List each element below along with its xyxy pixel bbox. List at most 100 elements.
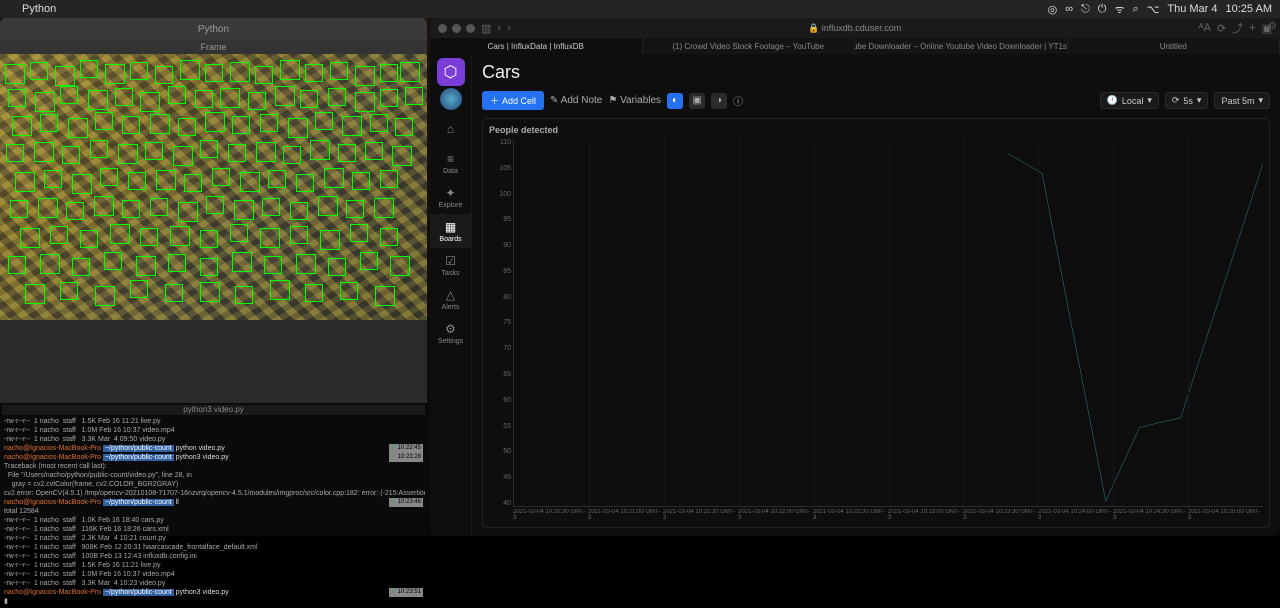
face-detection-box <box>44 170 62 188</box>
face-detection-box <box>296 174 314 192</box>
face-detection-box <box>235 286 253 304</box>
face-detection-box <box>150 114 170 134</box>
terminal-body[interactable]: -rw-r--r-- 1 nacho staff 1.5K Feb 16 11:… <box>2 415 425 608</box>
time-range-dropdown[interactable]: Past 5m ▾ <box>1214 92 1270 109</box>
chart-area[interactable]: 110105100959085807570656055504540 2021-0… <box>489 139 1263 521</box>
face-detection-box <box>305 284 323 302</box>
new-tab-icon[interactable]: + <box>1249 22 1255 34</box>
add-cell-button[interactable]: ＋Add Cell <box>482 91 544 110</box>
face-detection-box <box>315 112 333 130</box>
face-detection-box <box>290 202 308 220</box>
sidebar-icon: ✦ <box>445 186 455 200</box>
menubar-date[interactable]: Thu Mar 4 <box>1167 3 1217 15</box>
face-detection-box <box>380 64 398 82</box>
face-detection-box <box>395 118 413 136</box>
face-detection-box <box>355 92 375 112</box>
face-detection-box <box>110 224 130 244</box>
annotations-toggle[interactable]: ◐ <box>667 93 683 109</box>
sidebar-item-settings[interactable]: ⚙Settings <box>430 316 472 350</box>
face-detection-box <box>230 224 248 242</box>
face-detection-box <box>40 114 58 132</box>
traffic-lights[interactable] <box>438 24 475 33</box>
influx-logo-icon[interactable]: ⬡ <box>437 58 465 86</box>
share-icon[interactable]: ⤴ <box>1232 20 1243 36</box>
sidebar-item-boards[interactable]: ▦Boards <box>430 214 472 248</box>
face-detection-box <box>130 280 148 298</box>
reader-icon[interactable]: ᴬA <box>1199 22 1211 34</box>
browser-tab[interactable]: Cars | InfluxData | InfluxDB <box>430 38 643 54</box>
sidebar-item-alerts[interactable]: △Alerts <box>430 282 472 316</box>
face-detection-box <box>296 254 316 274</box>
face-detection-box <box>205 64 223 82</box>
dark-mode-button[interactable]: ◑ <box>711 93 727 109</box>
face-detection-box <box>234 200 254 220</box>
face-detection-box <box>180 60 200 80</box>
gear-icon[interactable]: ⚙ <box>1268 21 1277 32</box>
tab-bar: Cars | InfluxData | InfluxDB(1) Crowd Vi… <box>430 38 1280 54</box>
face-detection-box <box>200 258 218 276</box>
face-detection-box <box>140 92 160 112</box>
face-detection-box <box>168 254 186 272</box>
face-detection-box <box>8 89 26 107</box>
face-detection-box <box>130 62 148 80</box>
face-detection-box <box>35 92 55 112</box>
menubar-time[interactable]: 10:25 AM <box>1226 3 1272 15</box>
refresh-dropdown[interactable]: ⟳ 5s ▾ <box>1165 92 1209 109</box>
face-detection-box <box>60 86 78 104</box>
presentation-mode-button[interactable]: ▣ <box>689 93 705 109</box>
face-detection-box <box>200 230 218 248</box>
chevron-down-icon: ▾ <box>1258 95 1263 106</box>
face-detection-box <box>155 66 173 84</box>
menubar-icon[interactable]: ◎ <box>1048 3 1058 16</box>
avatar[interactable] <box>440 88 462 110</box>
panel-title: People detected <box>489 125 1263 135</box>
help-icon[interactable]: ⓘ <box>733 93 743 108</box>
add-note-button[interactable]: ✎ Add Note <box>550 95 602 106</box>
sidebar-item-data[interactable]: ≡Data <box>430 146 472 180</box>
face-detection-box <box>170 226 190 246</box>
face-detection-box <box>115 88 133 106</box>
face-detection-box <box>90 140 108 158</box>
face-detection-box <box>230 62 250 82</box>
variables-button[interactable]: ⚑ Variables <box>608 95 661 106</box>
face-detection-box <box>200 140 218 158</box>
face-detection-box <box>128 172 146 190</box>
plus-icon: ＋ <box>490 94 499 107</box>
browser-tab[interactable]: (1) Crowd Video Stock Footage – YouTube <box>643 38 856 54</box>
wifi-icon[interactable]: ᯤ <box>1114 2 1124 17</box>
face-detection-box <box>283 146 301 164</box>
sidebar-toggle-icon[interactable]: ▥ <box>481 22 491 35</box>
menubar-icon[interactable]: ∞ <box>1065 3 1073 15</box>
face-detection-box <box>150 198 168 216</box>
control-center-icon[interactable]: ⌥ <box>1147 3 1160 16</box>
sidebar-item-tasks[interactable]: ☑Tasks <box>430 248 472 282</box>
y-axis: 110105100959085807570656055504540 <box>489 139 511 507</box>
search-icon[interactable]: ⌕ <box>1133 3 1139 16</box>
app-menu[interactable]: Python <box>22 3 56 15</box>
face-detection-box <box>95 286 115 306</box>
face-detection-box <box>365 142 383 160</box>
face-detection-box <box>38 198 58 218</box>
browser-tab[interactable]: Untitled <box>1068 38 1280 54</box>
face-detection-box <box>122 200 140 218</box>
menubar-icon[interactable]: ⏻ <box>1098 3 1107 16</box>
menubar-icon[interactable]: ⎋ <box>1081 3 1090 16</box>
sidebar-icon: ⌂ <box>447 122 454 136</box>
chevron-down-icon: ▾ <box>1197 95 1202 106</box>
forward-icon[interactable]: › <box>507 22 511 34</box>
sidebar-icon: ⚙ <box>445 322 456 336</box>
address-bar[interactable]: 🔒 influxdb.cduser.com <box>517 23 1193 34</box>
reload-icon[interactable]: ⟳ <box>1217 22 1226 35</box>
back-icon[interactable]: ‹ <box>497 22 501 34</box>
face-detection-box <box>392 146 412 166</box>
face-detection-box <box>100 168 118 186</box>
sidebar-item-explore[interactable]: ✦Explore <box>430 180 472 214</box>
timezone-dropdown[interactable]: 🕐 Local ▾ <box>1100 92 1159 109</box>
face-detection-box <box>400 62 420 82</box>
face-detection-box <box>355 66 375 86</box>
face-detection-box <box>255 66 273 84</box>
face-detection-box <box>66 202 84 220</box>
browser-tab[interactable]: Youtube Downloader – Online Youtube Vide… <box>855 38 1068 54</box>
terminal-window[interactable]: python3 video.py -rw-r--r-- 1 nacho staf… <box>0 403 427 536</box>
sidebar-item-home[interactable]: ⌂ <box>430 112 472 146</box>
